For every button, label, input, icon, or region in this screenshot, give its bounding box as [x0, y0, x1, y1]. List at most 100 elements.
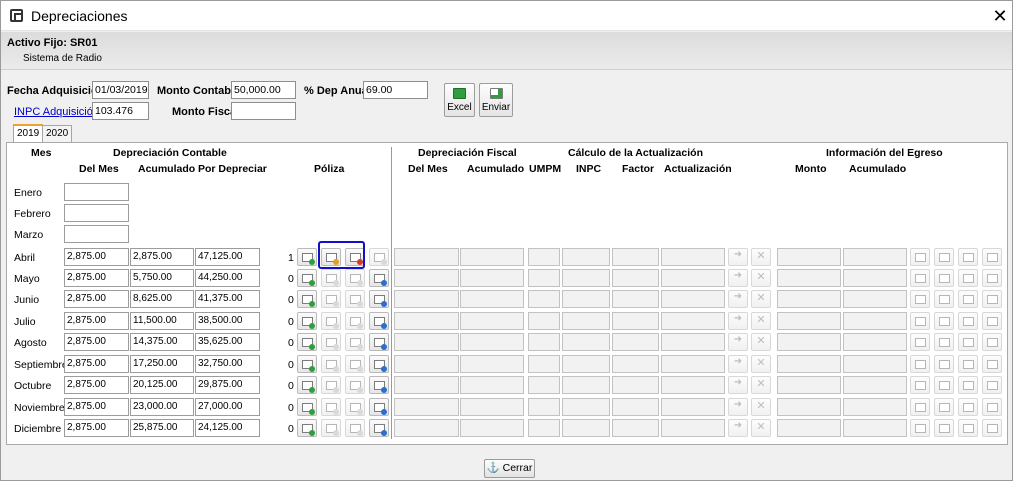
fiscal-acumulado-cell[interactable]	[460, 398, 524, 416]
fiscal-acumulado-cell[interactable]	[460, 376, 524, 394]
acumulado-cell[interactable]: 5,750.00	[130, 269, 194, 287]
inpc-cell[interactable]	[562, 312, 610, 330]
por-depreciar-cell[interactable]: 35,625.00	[195, 333, 260, 351]
print-egreso-icon[interactable]	[982, 355, 1002, 373]
edit-egreso-icon[interactable]	[934, 269, 954, 287]
print-egreso-icon[interactable]	[982, 398, 1002, 416]
del-mes-cell[interactable]	[64, 204, 129, 222]
inpc-cell[interactable]	[562, 419, 610, 437]
por-depreciar-cell[interactable]: 24,125.00	[195, 419, 260, 437]
edit-poliza-icon[interactable]	[321, 376, 341, 394]
por-depreciar-cell[interactable]: 29,875.00	[195, 376, 260, 394]
por-depreciar-cell[interactable]: 38,500.00	[195, 312, 260, 330]
actualizacion-cell[interactable]	[661, 419, 725, 437]
fiscal-del-mes-cell[interactable]	[394, 290, 459, 308]
delete-poliza-icon[interactable]	[345, 269, 365, 287]
delete-egreso-icon[interactable]	[958, 248, 978, 266]
umpm-cell[interactable]	[528, 269, 560, 287]
del-mes-cell[interactable]: 2,875.00	[64, 398, 129, 416]
edit-poliza-icon[interactable]	[321, 355, 341, 373]
acumulado-cell[interactable]: 14,375.00	[130, 333, 194, 351]
inpc-cell[interactable]	[562, 376, 610, 394]
egreso-acumulado-cell[interactable]	[843, 312, 907, 330]
delete-egreso-icon[interactable]	[958, 398, 978, 416]
clear-x-icon[interactable]: ✕	[751, 248, 771, 266]
factor-cell[interactable]	[612, 398, 659, 416]
new-poliza-icon[interactable]	[297, 248, 317, 266]
print-poliza-icon[interactable]	[369, 269, 389, 287]
cerrar-button[interactable]: ⚓ Cerrar	[484, 459, 535, 478]
inpc-cell[interactable]	[562, 333, 610, 351]
fiscal-acumulado-cell[interactable]	[460, 312, 524, 330]
egreso-acumulado-cell[interactable]	[843, 269, 907, 287]
new-egreso-icon[interactable]	[910, 290, 930, 308]
dep-anual-field[interactable]: 69.00	[363, 81, 428, 99]
fiscal-del-mes-cell[interactable]	[394, 355, 459, 373]
umpm-cell[interactable]	[528, 376, 560, 394]
acumulado-cell[interactable]: 20,125.00	[130, 376, 194, 394]
fiscal-acumulado-cell[interactable]	[460, 355, 524, 373]
actualizacion-cell[interactable]	[661, 398, 725, 416]
clear-x-icon[interactable]: ✕	[751, 333, 771, 351]
clear-x-icon[interactable]: ✕	[751, 419, 771, 437]
egreso-acumulado-cell[interactable]	[843, 290, 907, 308]
por-depreciar-cell[interactable]: 32,750.00	[195, 355, 260, 373]
delete-poliza-icon[interactable]	[345, 419, 365, 437]
del-mes-cell[interactable]: 2,875.00	[64, 290, 129, 308]
por-depreciar-cell[interactable]: 47,125.00	[195, 248, 260, 266]
por-depreciar-cell[interactable]: 41,375.00	[195, 290, 260, 308]
factor-cell[interactable]	[612, 333, 659, 351]
egreso-monto-cell[interactable]	[777, 419, 841, 437]
new-poliza-icon[interactable]	[297, 269, 317, 287]
print-egreso-icon[interactable]	[982, 419, 1002, 437]
inpc-adquisicion-link[interactable]: INPC Adquisición	[14, 106, 99, 118]
clear-x-icon[interactable]: ✕	[751, 355, 771, 373]
delete-poliza-icon[interactable]	[345, 333, 365, 351]
delete-poliza-icon[interactable]	[345, 376, 365, 394]
apply-arrow-icon[interactable]: ➜	[728, 248, 748, 266]
edit-poliza-icon[interactable]	[321, 333, 341, 351]
new-poliza-icon[interactable]	[297, 355, 317, 373]
edit-poliza-icon[interactable]	[321, 419, 341, 437]
umpm-cell[interactable]	[528, 355, 560, 373]
delete-egreso-icon[interactable]	[958, 269, 978, 287]
inpc-cell[interactable]	[562, 398, 610, 416]
factor-cell[interactable]	[612, 376, 659, 394]
egreso-monto-cell[interactable]	[777, 290, 841, 308]
acumulado-cell[interactable]: 17,250.00	[130, 355, 194, 373]
fiscal-del-mes-cell[interactable]	[394, 248, 459, 266]
actualizacion-cell[interactable]	[661, 333, 725, 351]
monto-contable-field[interactable]: 50,000.00	[231, 81, 296, 99]
del-mes-cell[interactable]: 2,875.00	[64, 333, 129, 351]
egreso-monto-cell[interactable]	[777, 269, 841, 287]
umpm-cell[interactable]	[528, 333, 560, 351]
apply-arrow-icon[interactable]: ➜	[728, 333, 748, 351]
new-poliza-icon[interactable]	[297, 290, 317, 308]
edit-poliza-icon[interactable]	[321, 312, 341, 330]
fiscal-del-mes-cell[interactable]	[394, 312, 459, 330]
print-poliza-icon[interactable]	[369, 312, 389, 330]
factor-cell[interactable]	[612, 312, 659, 330]
fiscal-del-mes-cell[interactable]	[394, 419, 459, 437]
egreso-monto-cell[interactable]	[777, 376, 841, 394]
egreso-acumulado-cell[interactable]	[843, 398, 907, 416]
del-mes-cell[interactable]: 2,875.00	[64, 419, 129, 437]
del-mes-cell[interactable]: 2,875.00	[64, 312, 129, 330]
fiscal-acumulado-cell[interactable]	[460, 419, 524, 437]
egreso-monto-cell[interactable]	[777, 355, 841, 373]
monto-fiscal-field[interactable]	[231, 102, 296, 120]
del-mes-cell[interactable]: 2,875.00	[64, 269, 129, 287]
apply-arrow-icon[interactable]: ➜	[728, 355, 748, 373]
new-egreso-icon[interactable]	[910, 269, 930, 287]
del-mes-cell[interactable]: 2,875.00	[64, 376, 129, 394]
print-egreso-icon[interactable]	[982, 248, 1002, 266]
delete-egreso-icon[interactable]	[958, 312, 978, 330]
por-depreciar-cell[interactable]: 27,000.00	[195, 398, 260, 416]
factor-cell[interactable]	[612, 269, 659, 287]
egreso-acumulado-cell[interactable]	[843, 419, 907, 437]
delete-poliza-icon[interactable]	[345, 355, 365, 373]
new-poliza-icon[interactable]	[297, 312, 317, 330]
print-egreso-icon[interactable]	[982, 376, 1002, 394]
fiscal-acumulado-cell[interactable]	[460, 248, 524, 266]
clear-x-icon[interactable]: ✕	[751, 312, 771, 330]
